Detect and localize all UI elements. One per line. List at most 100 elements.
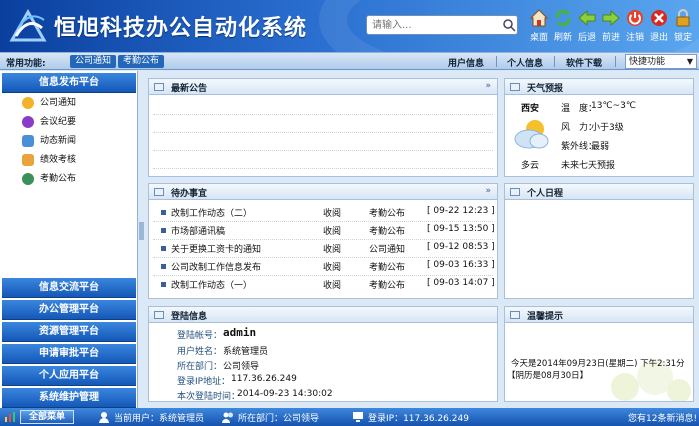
login-ip-status-text: 登录IP：117.36.26.249 xyxy=(368,414,469,424)
back-label: 后退 xyxy=(577,33,596,43)
more-link[interactable]: » xyxy=(485,186,491,196)
nav-divider xyxy=(554,56,555,67)
back-button[interactable]: 后退 xyxy=(575,8,599,43)
quick-link-attendance[interactable]: 考勤公布 xyxy=(118,55,165,68)
sidebar-header-exchange[interactable]: 信息交流平台 xyxy=(2,278,136,298)
quick-link-company-notice[interactable]: 公司通知 xyxy=(70,55,117,68)
todo-item-category: 公司通知 xyxy=(369,245,406,255)
clipboard-icon xyxy=(22,154,34,166)
row-divider xyxy=(153,150,493,151)
todo-row[interactable]: 公司改制工作信息发布 收阅 考勤公布 [ 09-03 16:33 ] xyxy=(161,260,495,274)
refresh-icon xyxy=(555,9,571,27)
panel-header: 天气预报 xyxy=(505,79,693,95)
refresh-button[interactable]: 刷新 xyxy=(551,8,575,43)
nav-divider xyxy=(615,56,616,67)
user-name-label: 用户姓名： xyxy=(177,347,223,357)
seven-day-forecast-link[interactable]: 未来七天预报 xyxy=(561,158,615,171)
quick-function-select[interactable]: 快捷功能 ▼ xyxy=(625,54,697,69)
panel-header: 温馨提示 xyxy=(505,307,693,323)
search-icon[interactable] xyxy=(502,18,516,32)
login-ip-value: 117.36.26.249 xyxy=(231,374,297,384)
software-download-link[interactable]: 软件下载 xyxy=(566,56,602,69)
uv-value: 最弱 xyxy=(591,142,610,152)
temp-value: 13℃~3℃ xyxy=(591,101,636,111)
today-date-text: 今天是2014年09月23日(星期二) 下午2:31分 xyxy=(511,359,685,369)
lunar-date-text: 【阴历是08月30日】 xyxy=(507,371,589,381)
sidebar-header-personal[interactable]: 个人应用平台 xyxy=(2,366,136,386)
quick-function-value: 快捷功能 xyxy=(629,57,666,67)
todo-row[interactable]: 关于更换工资卡的通知 收阅 公司通知 [ 09-12 08:53 ] xyxy=(161,242,495,256)
todo-row[interactable]: 市场部通讯稿 收阅 考勤公布 [ 09-15 13:50 ] xyxy=(161,224,495,238)
sidebar-header-info-publish[interactable]: 信息发布平台 xyxy=(2,73,136,93)
chevron-down-icon: ▼ xyxy=(686,57,693,66)
new-messages-text[interactable]: 您有12条新消息! xyxy=(628,411,697,424)
login-time-label: 本次登陆时间： xyxy=(177,392,241,402)
todo-title: 待办事宜 xyxy=(171,189,208,199)
all-menus-button[interactable]: 全部菜单 xyxy=(20,410,74,424)
back-arrow-icon xyxy=(578,9,596,27)
sidebar-header-approval[interactable]: 申请审批平台 xyxy=(2,344,136,364)
forward-button[interactable]: 前进 xyxy=(599,8,623,43)
weather-condition: 多云 xyxy=(521,161,540,171)
megaphone-icon xyxy=(22,135,34,147)
sidebar-header-resource[interactable]: 资源管理平台 xyxy=(2,322,136,342)
users-icon xyxy=(22,173,34,185)
todo-item-title: 市场部通讯稿 xyxy=(171,227,226,237)
panel-icon xyxy=(510,83,520,91)
close-icon xyxy=(651,10,667,26)
panel-icon xyxy=(154,188,164,196)
todo-item-category: 考勤公布 xyxy=(369,227,406,237)
row-divider xyxy=(153,132,493,133)
more-link[interactable]: » xyxy=(485,81,491,91)
sidebar-collapse-handle[interactable] xyxy=(139,222,144,240)
row-divider xyxy=(153,168,493,169)
weather-city: 西安 xyxy=(521,104,540,114)
announcement-panel: 最新公告 » xyxy=(148,78,498,177)
search-input[interactable] xyxy=(366,15,518,35)
todo-item-category: 考勤公布 xyxy=(369,209,406,219)
sidebar-item-label: 动态新闻 xyxy=(40,136,77,146)
row-divider xyxy=(153,275,493,276)
app-logo-icon xyxy=(9,8,47,42)
forward-arrow-icon xyxy=(602,9,620,27)
user-info-link[interactable]: 用户信息 xyxy=(448,56,484,69)
user-icon xyxy=(99,412,109,423)
weather-panel: 天气预报 西安 温 度： 13℃~3℃ 风 力： 小于3级 紫外线： 最弱 多云… xyxy=(504,78,694,177)
row-divider xyxy=(153,239,493,240)
department-label: 所在部门： xyxy=(177,362,223,372)
exit-button[interactable]: 退出 xyxy=(647,8,671,43)
department-value: 公司领导 xyxy=(223,362,260,372)
todo-item-title: 公司改制工作信息发布 xyxy=(171,263,262,273)
todo-item-time: [ 09-12 08:53 ] xyxy=(427,242,495,252)
sidebar-header-system[interactable]: 系统维护管理 xyxy=(2,388,136,408)
wind-value: 小于3级 xyxy=(591,123,624,133)
todo-row[interactable]: 改制工作动态（一） 收阅 考勤公布 [ 09-03 14:07 ] xyxy=(161,278,495,292)
lock-label: 锁定 xyxy=(673,33,692,43)
status-bar: 全部菜单 当前用户：系统管理员 所在部门：公司领导 登录IP：117.36.26… xyxy=(0,408,699,426)
panel-header: 最新公告 » xyxy=(149,79,497,95)
account-value: admin xyxy=(223,326,257,339)
account-label: 登陆帐号： xyxy=(177,331,223,341)
schedule-panel: 个人日程 xyxy=(504,183,694,299)
panel-icon xyxy=(154,311,164,319)
sidebar-header-office[interactable]: 办公管理平台 xyxy=(2,300,136,320)
personal-info-link[interactable]: 个人信息 xyxy=(507,56,543,69)
todo-item-status: 收阅 xyxy=(323,245,342,255)
login-ip-label: 登录IP地址： xyxy=(177,377,231,387)
schedule-title: 个人日程 xyxy=(527,189,564,199)
current-user-text: 当前用户：系统管理员 xyxy=(114,414,205,424)
weather-title: 天气预报 xyxy=(527,84,564,94)
todo-item-time: [ 09-15 13:50 ] xyxy=(427,224,495,234)
refresh-label: 刷新 xyxy=(553,33,572,43)
tips-title: 温馨提示 xyxy=(527,312,564,322)
lock-button[interactable]: 锁定 xyxy=(671,8,695,43)
tips-panel: 温馨提示 今天是2014年09月23日(星期二) 下午2:31分 【阴历是08月… xyxy=(504,306,694,402)
row-divider xyxy=(153,257,493,258)
todo-row[interactable]: 改制工作动态（二） 收阅 考勤公布 [ 09-22 12:23 ] xyxy=(161,206,495,220)
desktop-button[interactable]: 桌面 xyxy=(527,8,551,43)
logout-button[interactable]: 注销 xyxy=(623,8,647,43)
todo-item-time: [ 09-22 12:23 ] xyxy=(427,206,495,216)
login-info-panel: 登陆信息 登陆帐号： admin 用户姓名： 系统管理员 所在部门： 公司领导 … xyxy=(148,306,498,402)
home-icon xyxy=(529,9,549,27)
lock-icon xyxy=(676,9,690,27)
